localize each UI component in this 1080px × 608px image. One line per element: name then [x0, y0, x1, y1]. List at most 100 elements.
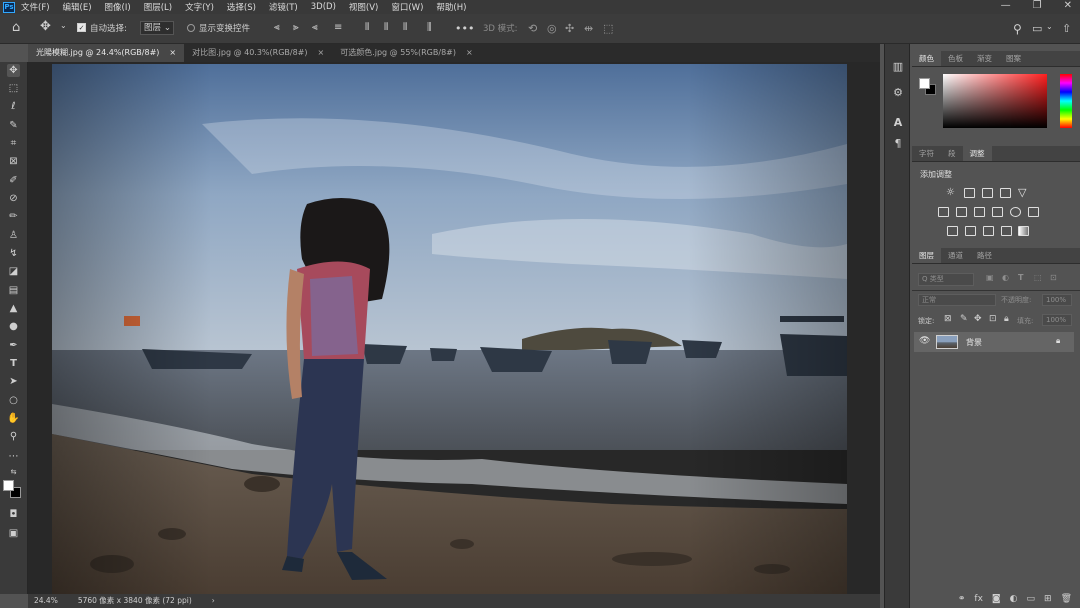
- gradient-tool-icon[interactable]: ▤: [7, 284, 20, 297]
- opacity-input[interactable]: 100%: [1042, 294, 1072, 306]
- lock-artboard-icon[interactable]: ⊡: [989, 314, 997, 324]
- quick-select-tool-icon[interactable]: ✎: [7, 119, 20, 132]
- filter-smart-object-icon[interactable]: ⊡: [1050, 273, 1057, 282]
- filter-pixel-icon[interactable]: ▣: [986, 273, 994, 282]
- menu-type[interactable]: 文字(Y): [185, 1, 214, 13]
- curves-icon[interactable]: [982, 188, 993, 198]
- tab-close-icon[interactable]: ×: [169, 44, 176, 62]
- tab-gradients[interactable]: 渐变: [970, 51, 999, 66]
- eraser-tool-icon[interactable]: ◪: [7, 265, 20, 278]
- more-tools-icon[interactable]: ⋯: [7, 450, 20, 463]
- vibrance-icon[interactable]: ▽: [1018, 187, 1029, 198]
- hue-slider[interactable]: [1060, 74, 1072, 128]
- dodge-tool-icon[interactable]: ●: [7, 320, 20, 333]
- status-menu-arrow[interactable]: ›: [212, 594, 215, 608]
- more-options-icon[interactable]: •••: [455, 22, 474, 35]
- new-adjustment-layer-icon[interactable]: ◐: [1010, 590, 1018, 608]
- doc-tab[interactable]: 可选颜色.jpg @ 55%(RGB/8#) ×: [332, 44, 480, 62]
- eyedropper-tool-icon[interactable]: ✐: [7, 174, 20, 187]
- paragraph-icon[interactable]: ¶: [891, 137, 905, 151]
- menu-3d[interactable]: 3D(D): [311, 2, 336, 12]
- lock-pixels-icon[interactable]: ✎: [960, 314, 968, 324]
- levels-icon[interactable]: [964, 188, 975, 198]
- panel-foreground-swatch[interactable]: [919, 78, 930, 89]
- menu-layer[interactable]: 图层(L): [144, 1, 172, 13]
- brush-tool-icon[interactable]: ✏: [7, 210, 20, 223]
- menu-filter[interactable]: 滤镜(T): [269, 1, 298, 13]
- auto-select-target-dropdown[interactable]: 图层 ⌄: [140, 21, 174, 35]
- filter-adjustment-icon[interactable]: ◐: [1002, 273, 1009, 282]
- color-picker-field[interactable]: [943, 74, 1047, 128]
- healing-brush-icon[interactable]: ⊘: [7, 192, 20, 205]
- align-center-h-icon[interactable]: ⫸: [293, 22, 299, 33]
- move-tool-icon[interactable]: ✥: [7, 64, 20, 77]
- history-icon[interactable]: ▥: [891, 60, 905, 74]
- link-layers-icon[interactable]: ⚭: [958, 590, 966, 608]
- menu-image[interactable]: 图像(I): [105, 1, 131, 13]
- distribute-spacing-icon[interactable]: ⫼: [427, 22, 432, 33]
- tab-character[interactable]: 字符: [912, 146, 941, 161]
- delete-layer-icon[interactable]: 🗑︎: [1061, 590, 1072, 608]
- add-mask-icon[interactable]: ◙: [992, 590, 1001, 608]
- properties-icon[interactable]: ⚙: [891, 86, 905, 100]
- exposure-icon[interactable]: [1000, 188, 1011, 198]
- restore-icon[interactable]: ❐: [1033, 0, 1042, 11]
- history-brush-icon[interactable]: ↯: [7, 247, 20, 260]
- 3d-scale-icon[interactable]: ⬚: [603, 22, 613, 35]
- posterize-icon[interactable]: [965, 226, 976, 236]
- tab-patterns[interactable]: 图案: [999, 51, 1028, 66]
- layer-name[interactable]: 背景: [966, 337, 982, 348]
- zoom-tool-icon[interactable]: ⚲: [7, 430, 20, 443]
- 3d-rotate-icon[interactable]: ⟲: [528, 22, 537, 35]
- chevron-down-icon[interactable]: ⌄: [60, 21, 67, 30]
- zoom-level[interactable]: 24.4%: [34, 594, 58, 608]
- fill-input[interactable]: 100%: [1042, 314, 1072, 326]
- photo-filter-icon[interactable]: [992, 207, 1003, 217]
- doc-tab[interactable]: 对比图.jpg @ 40.3%(RGB/8#) ×: [184, 44, 332, 62]
- lock-all-icon[interactable]: 🔒︎: [1004, 314, 1009, 324]
- visibility-eye-icon[interactable]: 👁︎: [919, 336, 930, 346]
- tab-close-icon[interactable]: ×: [466, 44, 473, 62]
- tab-layers[interactable]: 图层: [912, 248, 941, 263]
- tab-close-icon[interactable]: ×: [318, 44, 325, 62]
- workspace-icon[interactable]: ▭: [1032, 22, 1042, 35]
- channel-mixer-icon[interactable]: [1010, 207, 1021, 217]
- black-white-icon[interactable]: [974, 207, 985, 217]
- frame-tool-icon[interactable]: ⊠: [7, 155, 20, 168]
- align-left-icon[interactable]: ⫷: [274, 22, 280, 33]
- new-layer-icon[interactable]: ⊞: [1044, 590, 1052, 608]
- layer-row[interactable]: 👁︎ 背景 🔒︎: [914, 332, 1074, 352]
- lock-position-icon[interactable]: ✥: [974, 314, 982, 324]
- minimize-icon[interactable]: —: [1001, 0, 1011, 11]
- menu-help[interactable]: 帮助(H): [436, 1, 466, 13]
- pen-tool-icon[interactable]: ✒: [7, 339, 20, 352]
- distribute-left-icon[interactable]: ⫴: [365, 22, 369, 33]
- fx-icon[interactable]: fx: [974, 590, 983, 608]
- tab-swatches[interactable]: 色板: [941, 51, 970, 66]
- blend-mode-dropdown[interactable]: 正常: [918, 294, 996, 306]
- filter-shape-icon[interactable]: ⬚: [1034, 273, 1042, 282]
- align-top-icon[interactable]: ≡: [334, 22, 342, 33]
- auto-select-checkbox[interactable]: ✓: [77, 23, 86, 32]
- screen-mode-icon[interactable]: ▣: [7, 527, 20, 540]
- menu-select[interactable]: 选择(S): [227, 1, 256, 13]
- character-icon[interactable]: A: [891, 116, 905, 130]
- crop-tool-icon[interactable]: ⌗: [7, 137, 20, 150]
- close-icon[interactable]: ✕: [1064, 0, 1072, 11]
- brightness-contrast-icon[interactable]: ☼: [946, 188, 957, 198]
- menu-window[interactable]: 窗口(W): [391, 1, 423, 13]
- clone-stamp-icon[interactable]: ♙: [7, 229, 20, 242]
- tab-adjustments[interactable]: 调整: [962, 146, 992, 161]
- lasso-tool-icon[interactable]: ℓ: [7, 100, 20, 113]
- align-right-icon[interactable]: ⫷: [312, 22, 318, 33]
- quick-mask-icon[interactable]: ◘: [7, 508, 20, 521]
- home-icon[interactable]: ⌂: [12, 20, 20, 35]
- filter-type-icon[interactable]: T: [1018, 273, 1023, 282]
- foreground-color-swatch[interactable]: [3, 480, 14, 491]
- gradient-map-icon[interactable]: [1018, 226, 1029, 236]
- marquee-tool-icon[interactable]: ⬚: [7, 82, 20, 95]
- tab-paragraph[interactable]: 段: [941, 146, 963, 161]
- selective-color-icon[interactable]: [1001, 226, 1012, 236]
- threshold-icon[interactable]: [983, 226, 994, 236]
- move-tool-icon[interactable]: ✥: [40, 19, 51, 34]
